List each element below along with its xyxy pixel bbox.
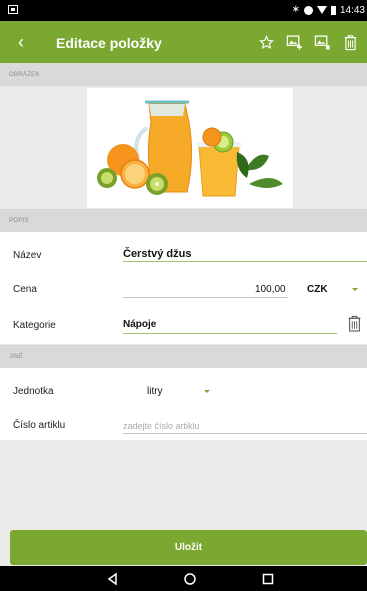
article-label: Číslo artiklu <box>13 420 66 431</box>
name-field-underline <box>123 261 367 262</box>
page-title: Editace položky <box>56 35 162 51</box>
price-label: Cena <box>13 284 37 295</box>
app-bar: ‹ Editace položky <box>0 21 367 63</box>
juice-illustration <box>97 100 283 197</box>
delete-category-button[interactable] <box>347 314 362 338</box>
back-button[interactable]: ‹ <box>18 31 40 53</box>
add-image-button[interactable] <box>283 29 305 55</box>
name-label: Název <box>13 250 42 261</box>
description-form: Název Čerstvý džus Cena 100,00 CZK Kateg… <box>0 232 367 344</box>
name-field[interactable]: Čerstvý džus <box>123 248 191 260</box>
product-image[interactable] <box>87 88 293 208</box>
nav-recents-button[interactable] <box>260 571 276 587</box>
category-field[interactable]: Nápoje <box>123 319 156 330</box>
price-field[interactable]: 100,00 <box>255 284 286 295</box>
remove-image-button[interactable] <box>311 29 333 55</box>
bluetooth-icon: ∗ <box>291 4 300 15</box>
star-outline-icon <box>258 34 274 49</box>
currency-select[interactable]: CZK <box>307 284 328 295</box>
category-field-underline <box>123 333 337 334</box>
unit-select[interactable]: litry <box>147 386 163 397</box>
currency-dropdown-icon[interactable] <box>352 288 358 291</box>
delete-button[interactable] <box>339 29 361 55</box>
battery-icon <box>330 5 336 15</box>
price-field-underline <box>123 297 288 298</box>
nav-home-button[interactable] <box>182 571 198 587</box>
square-recents-icon <box>262 573 274 585</box>
status-time: 14:43 <box>339 4 365 16</box>
image-remove-icon <box>314 34 330 50</box>
wifi-icon <box>316 6 327 14</box>
dnd-icon <box>303 5 313 15</box>
unit-dropdown-icon[interactable] <box>204 390 210 393</box>
app-bar-actions <box>255 29 361 55</box>
save-button[interactable]: Uložit <box>10 530 367 565</box>
trash-icon <box>348 315 361 332</box>
circle-home-icon <box>184 573 196 585</box>
back-arrow-icon: ‹ <box>18 32 24 52</box>
article-number-input[interactable] <box>123 419 363 432</box>
image-area <box>0 86 367 208</box>
other-form: Jednotka litry Číslo artiklu <box>0 368 367 440</box>
notification-image-icon <box>8 5 18 14</box>
nav-back-button[interactable] <box>105 571 121 587</box>
image-add-icon <box>286 34 302 50</box>
section-header-image: OBRÁZEK <box>0 63 367 86</box>
status-icons: ∗ 14:43 <box>292 3 365 17</box>
favorite-button[interactable] <box>255 29 277 55</box>
status-bar: ∗ 14:43 <box>0 0 367 21</box>
trash-icon <box>344 34 356 50</box>
triangle-back-icon <box>107 572 117 586</box>
navigation-bar <box>0 566 367 591</box>
category-label: Kategorie <box>13 320 56 331</box>
section-header-description: POPIS <box>0 209 367 232</box>
section-header-other: JINÉ <box>0 345 367 368</box>
article-field-underline <box>123 433 367 434</box>
unit-label: Jednotka <box>13 386 54 397</box>
